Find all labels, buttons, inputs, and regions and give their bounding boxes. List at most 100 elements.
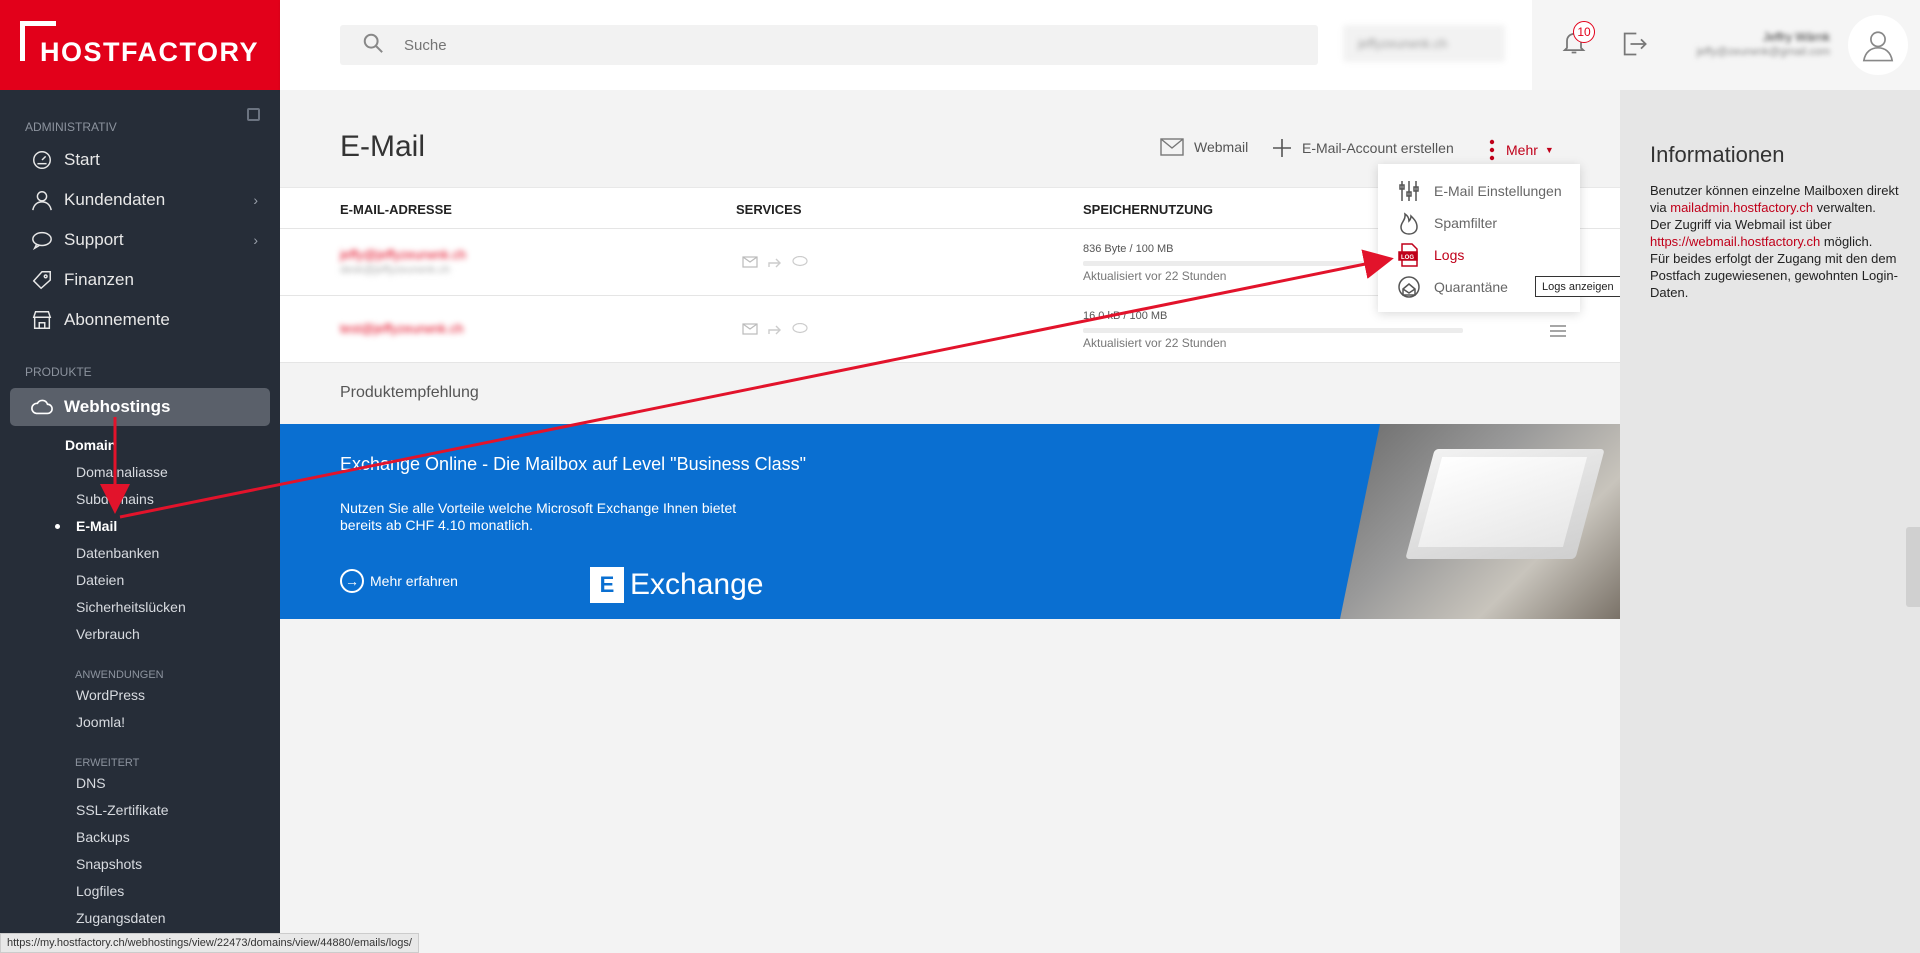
menu-item-email-settings[interactable]: E-Mail Einstellungen: [1396, 178, 1562, 204]
feedback-side-tab[interactable]: [1906, 527, 1920, 607]
sidebar-item-finanzen[interactable]: Finanzen: [0, 260, 280, 300]
storage-updated-text: Aktualisiert vor 22 Stunden: [1083, 336, 1227, 350]
section-label-products: PRODUKTE: [25, 365, 92, 379]
info-panel: Informationen Benutzer können einzelne M…: [1620, 90, 1920, 953]
info-text-4: Für beides erfolgt der Zugang mit den de…: [1650, 251, 1898, 300]
forward-service-icon: [768, 325, 781, 335]
sidebar-sub-email[interactable]: E-Mail: [0, 512, 280, 539]
sidebar-item-start[interactable]: Start: [0, 140, 280, 180]
sidebar-sub-domainaliasse[interactable]: Domainaliasse: [0, 458, 280, 485]
sidebar-sub-subdomains[interactable]: Subdomains: [0, 485, 280, 512]
topbar-actions-area: [1532, 0, 1675, 90]
services-icons: [742, 256, 808, 268]
sidebar-sub-dns[interactable]: DNS: [0, 769, 280, 796]
sidebar-item-abonnemente[interactable]: Abonnemente: [0, 300, 280, 340]
menu-item-label: Spamfilter: [1434, 215, 1498, 231]
sidebar-item-webhostings[interactable]: Webhostings: [10, 388, 270, 426]
user-name: Jeffry Wärnk: [1762, 30, 1830, 44]
more-label: Mehr: [1506, 142, 1538, 158]
learn-more-link[interactable]: → Mehr erfahren: [340, 569, 458, 593]
webmail-button[interactable]: Webmail: [1160, 138, 1248, 156]
logout-icon[interactable]: [1620, 30, 1648, 63]
email-address[interactable]: test@jeffyzeurwnk.ch: [340, 321, 464, 336]
hostfactory-logo[interactable]: HOSTFACTORY: [0, 0, 280, 90]
sliders-icon: [1396, 178, 1422, 204]
storage-usage-text: 16.0 kB / 100 MB: [1083, 310, 1168, 322]
user-icon: [30, 188, 54, 212]
logs-tooltip: Logs anzeigen: [1535, 276, 1621, 297]
svg-text:LOG: LOG: [1401, 255, 1414, 261]
banner-text: Nutzen Sie alle Vorteile welche Microsof…: [340, 500, 737, 533]
vertical-dots-icon: [1489, 139, 1495, 161]
avatar[interactable]: [1848, 15, 1908, 75]
arrow-circle-icon: →: [340, 569, 364, 593]
autoresponder-service-icon: [792, 256, 808, 267]
caret-down-icon: ▼: [1544, 145, 1554, 155]
sidebar-sub-snapshots[interactable]: Snapshots: [0, 850, 280, 877]
menu-item-quarantine[interactable]: Quarantäne: [1396, 274, 1508, 300]
more-button[interactable]: Mehr ▼: [1488, 138, 1554, 162]
sidebar-sub-sicherheitsluecken[interactable]: Sicherheitslücken: [0, 593, 280, 620]
sidebar-sub-joomla[interactable]: Joomla!: [0, 708, 280, 735]
menu-item-label: E-Mail Einstellungen: [1434, 183, 1562, 199]
autoresponder-service-icon: [792, 323, 808, 334]
account-select[interactable]: jeffyzeurwnk.ch: [1343, 25, 1505, 62]
top-bar: jeffyzeurwnk.ch 10 Jeffry Wärnk jeffy@ze…: [280, 0, 1920, 90]
laptop-screen-shape: [1417, 457, 1588, 547]
sidebar-subhead-domain[interactable]: Domain: [0, 431, 280, 458]
info-text-3: möglich.: [1820, 234, 1873, 249]
exchange-logo-icon: E: [590, 567, 624, 603]
notification-badge: 10: [1573, 21, 1595, 43]
chat-icon: [30, 228, 54, 252]
column-header-storage: SPEICHERNUTZUNG: [1083, 202, 1214, 217]
sidebar-item-support[interactable]: Support ›: [0, 220, 280, 260]
menu-item-spamfilter[interactable]: Spamfilter: [1396, 210, 1497, 236]
menu-item-label: Quarantäne: [1434, 279, 1508, 295]
services-icons: [742, 323, 808, 335]
store-icon: [30, 308, 54, 332]
chevron-right-icon: ›: [253, 192, 258, 208]
user-email: jeffy@zeurwnk@gmail.com: [1696, 46, 1830, 58]
search-input[interactable]: [404, 36, 1104, 54]
banner-title: Exchange Online - Die Mailbox auf Level …: [340, 454, 807, 474]
quarantine-icon: [1396, 274, 1422, 300]
sidebar-item-kundendaten[interactable]: Kundendaten ›: [0, 180, 280, 220]
sidebar-sub-zugangsdaten[interactable]: Zugangsdaten: [0, 904, 280, 931]
chevron-right-icon: ›: [253, 232, 258, 248]
webmail-link[interactable]: https://webmail.hostfactory.ch: [1650, 234, 1820, 249]
search-box[interactable]: [340, 25, 1318, 65]
mailadmin-link[interactable]: mailadmin.hostfactory.ch: [1670, 200, 1813, 215]
sidebar-item-label: Start: [64, 150, 100, 169]
sidebar-sub-ssl[interactable]: SSL-Zertifikate: [0, 796, 280, 823]
sidebar-sub-verbrauch[interactable]: Verbrauch: [0, 620, 280, 647]
forward-service-icon: [768, 258, 781, 268]
column-header-email: E-MAIL-ADRESSE: [340, 202, 452, 217]
sidebar-sub-datenbanken[interactable]: Datenbanken: [0, 539, 280, 566]
info-body: Benutzer können einzelne Mailboxen direk…: [1650, 182, 1900, 301]
search-icon: [362, 32, 384, 59]
sidebar-sub-backups[interactable]: Backups: [0, 823, 280, 850]
storage-usage-text: 836 Byte / 100 MB: [1083, 243, 1174, 255]
mailbox-service-icon: [742, 256, 758, 268]
sidebar-sub-logfiles[interactable]: Logfiles: [0, 877, 280, 904]
sidebar-sub-wordpress[interactable]: WordPress: [0, 681, 280, 708]
mailbox-service-icon: [742, 323, 758, 335]
flame-icon: [1396, 210, 1422, 236]
sidebar-item-label: Finanzen: [64, 270, 134, 289]
menu-item-label: Logs: [1434, 247, 1465, 263]
exchange-banner[interactable]: Exchange Online - Die Mailbox auf Level …: [280, 424, 1620, 619]
exchange-logo-text: Exchange: [630, 568, 764, 601]
exchange-logo: E Exchange: [590, 567, 763, 603]
envelope-icon: [1160, 138, 1184, 156]
menu-item-logs[interactable]: LOG Logs: [1396, 242, 1464, 268]
page-title: E-Mail: [340, 130, 426, 163]
email-address[interactable]: jeffy@jeffyzeurwnk.ch: [340, 247, 466, 262]
hamburger-menu-icon[interactable]: [1550, 324, 1566, 342]
user-block[interactable]: Jeffry Wärnk jeffy@zeurwnk@gmail.com: [1675, 0, 1920, 90]
create-email-account-button[interactable]: E-Mail-Account erstellen: [1272, 138, 1454, 158]
sidebar-item-label: Support: [64, 230, 124, 249]
sidebar-sub-dateien[interactable]: Dateien: [0, 566, 280, 593]
product-recommendation-label: Produktempfehlung: [340, 384, 479, 401]
sidebar: HOSTFACTORY ADMINISTRATIV Start Kundenda…: [0, 0, 280, 953]
collapse-sidebar-icon[interactable]: [247, 108, 260, 121]
